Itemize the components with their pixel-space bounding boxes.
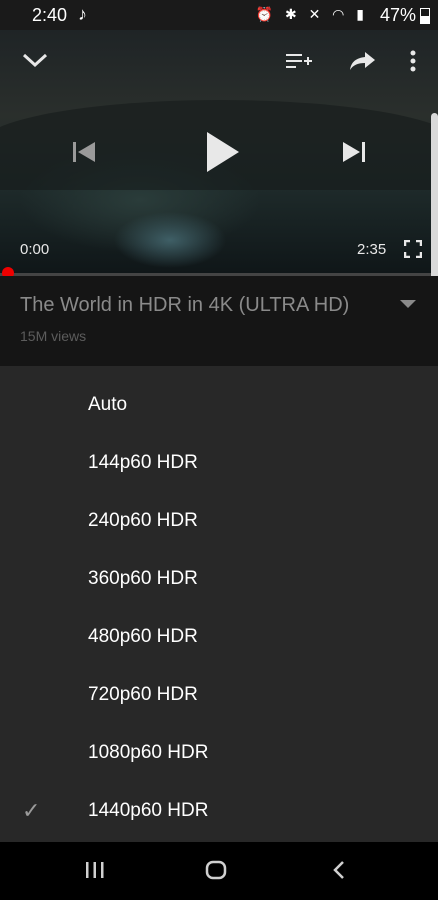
quality-option-720p[interactable]: 720p60 HDR	[0, 666, 438, 724]
back-icon[interactable]	[332, 860, 346, 885]
checkmark-icon: ✓	[22, 798, 41, 823]
quality-option-1440p[interactable]: ✓ 1440p60 HDR	[0, 782, 438, 840]
expand-caret-icon[interactable]	[400, 300, 416, 308]
quality-option-auto[interactable]: Auto	[0, 376, 438, 434]
video-info: The World in HDR in 4K (ULTRA HD) 15M vi…	[0, 276, 438, 366]
quality-option-label: 1080p60 HDR	[88, 742, 209, 763]
battery-icon	[420, 8, 430, 24]
quality-option-label: 1440p60 HDR	[88, 800, 209, 821]
battery-percentage: 47%	[379, 5, 416, 25]
quality-option-1080p[interactable]: 1080p60 HDR	[0, 724, 438, 782]
next-icon[interactable]	[342, 140, 366, 164]
recent-apps-icon[interactable]	[85, 861, 105, 884]
share-icon[interactable]	[350, 52, 376, 70]
quality-option-label: 144p60 HDR	[88, 452, 198, 473]
video-title: The World in HDR in 4K (ULTRA HD)	[20, 294, 350, 316]
view-count: 15M views	[20, 328, 87, 344]
quality-menu: Auto 144p60 HDR 240p60 HDR 360p60 HDR 48…	[0, 366, 438, 842]
home-icon[interactable]	[205, 860, 227, 885]
current-time: 0:00	[20, 241, 50, 258]
scrollbar-thumb[interactable]	[431, 113, 438, 281]
quality-option-240p[interactable]: 240p60 HDR	[0, 492, 438, 550]
quality-option-360p[interactable]: 360p60 HDR	[0, 550, 438, 608]
quality-option-label: 480p60 HDR	[88, 626, 198, 647]
previous-icon[interactable]	[72, 140, 96, 164]
status-time: 2:40	[32, 5, 68, 25]
quality-option-label: Auto	[88, 394, 128, 415]
fullscreen-icon[interactable]	[404, 240, 422, 258]
status-icons: ⏰ ✱ ✕ ◠ ▮	[255, 6, 368, 22]
music-note-icon: ♪	[78, 4, 87, 24]
quality-option-label: 240p60 HDR	[88, 510, 198, 531]
quality-option-480p[interactable]: 480p60 HDR	[0, 608, 438, 666]
quality-option-144p[interactable]: 144p60 HDR	[0, 434, 438, 492]
collapse-chevron-icon[interactable]	[22, 52, 48, 68]
video-player[interactable]: 0:00 2:35	[0, 30, 438, 274]
play-icon[interactable]	[205, 132, 241, 172]
quality-option-label: 360p60 HDR	[88, 568, 198, 589]
status-bar: 2:40 ♪ ⏰ ✱ ✕ ◠ ▮ 47%	[0, 0, 438, 30]
more-options-icon[interactable]	[410, 50, 416, 72]
add-to-playlist-icon[interactable]	[286, 52, 312, 70]
quality-option-label: 720p60 HDR	[88, 684, 198, 705]
system-navigation-bar	[0, 842, 438, 900]
duration: 2:35	[357, 241, 387, 258]
